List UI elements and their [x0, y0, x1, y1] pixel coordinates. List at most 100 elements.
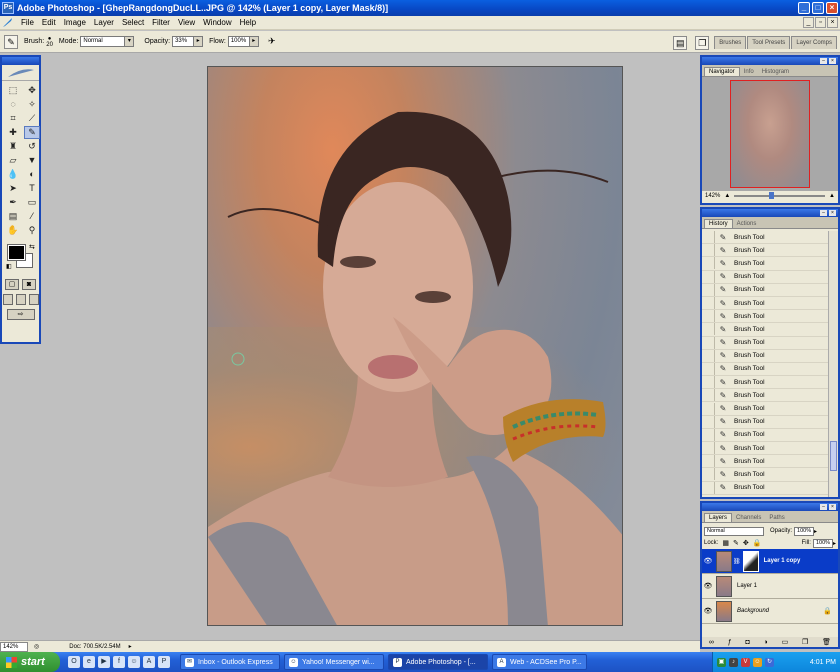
history-item[interactable]: ✎ Brush Tool: [702, 349, 828, 363]
update-tray-icon[interactable]: ↻: [765, 657, 774, 667]
history-source-toggle[interactable]: [702, 270, 715, 283]
mask-link-icon[interactable]: ⛓: [733, 558, 741, 565]
marquee-tool-icon[interactable]: ⬚: [5, 84, 21, 97]
history-item[interactable]: ✎ Brush Tool: [702, 481, 828, 495]
layers-panel-header[interactable]: – ×: [702, 503, 838, 511]
history-source-toggle[interactable]: [702, 244, 715, 257]
status-menu-arrow-icon[interactable]: ▸: [129, 643, 132, 650]
slice-tool-icon[interactable]: ⟋: [24, 112, 40, 125]
tab-histogram[interactable]: Histogram: [758, 68, 793, 76]
antivirus-tray-icon[interactable]: V: [741, 657, 750, 667]
layer-thumbnail[interactable]: [716, 575, 732, 597]
tab-layers[interactable]: Layers: [704, 513, 733, 522]
opacity-field[interactable]: 33%: [172, 36, 195, 47]
brush-size-picker[interactable]: ● 20: [46, 36, 53, 48]
history-item[interactable]: ✎ Brush Tool: [702, 244, 828, 258]
status-zoom-field[interactable]: 142%: [0, 641, 28, 652]
panel-minimize-icon[interactable]: –: [820, 504, 827, 510]
lock-position-icon[interactable]: ✥: [743, 539, 749, 547]
close-button[interactable]: ×: [826, 2, 838, 14]
zoom-out-icon[interactable]: ▲: [724, 193, 730, 199]
toolbox-header[interactable]: [2, 57, 39, 65]
toolbox-feather-icon[interactable]: [2, 65, 39, 81]
crop-tool-icon[interactable]: ⌗: [5, 112, 21, 125]
outlook-quicklaunch-icon[interactable]: O: [68, 656, 80, 668]
history-item[interactable]: ✎ Brush Tool: [702, 376, 828, 390]
lock-image-icon[interactable]: ✎: [733, 539, 739, 547]
history-source-toggle[interactable]: [702, 257, 715, 270]
layer-opacity-field[interactable]: 100%: [794, 526, 815, 536]
link-layers-icon[interactable]: ∞: [709, 639, 714, 646]
history-source-toggle[interactable]: [702, 481, 715, 494]
doc-close-button[interactable]: ×: [827, 17, 838, 28]
flow-field[interactable]: 100%: [227, 36, 250, 47]
history-source-toggle[interactable]: [702, 231, 715, 244]
layer-row-layer-1-copy[interactable]: 👁 ⛓ Layer 1 copy: [702, 549, 838, 574]
history-brush-tool-icon[interactable]: ↺: [24, 140, 40, 153]
tab-channels[interactable]: Channels: [732, 514, 765, 522]
history-source-toggle[interactable]: [702, 283, 715, 296]
well-tab-brushes[interactable]: Brushes: [714, 36, 747, 49]
history-source-toggle[interactable]: [702, 389, 715, 402]
lasso-tool-icon[interactable]: ◌: [5, 98, 21, 111]
history-source-toggle[interactable]: [702, 349, 715, 362]
menu-image[interactable]: Image: [60, 18, 90, 27]
navigator-thumbnail[interactable]: [730, 80, 810, 188]
ie-quicklaunch-icon[interactable]: e: [83, 656, 95, 668]
full-screen-menu-mode-icon[interactable]: [15, 294, 26, 305]
history-item[interactable]: ✎ Brush Tool: [702, 323, 828, 337]
lock-all-icon[interactable]: 🔒: [753, 539, 762, 547]
tab-paths[interactable]: Paths: [765, 514, 788, 522]
add-mask-icon[interactable]: ◘: [745, 639, 749, 646]
fill-field[interactable]: 100%: [812, 538, 833, 548]
layer-mask-thumbnail[interactable]: [742, 550, 759, 572]
menu-window[interactable]: Window: [199, 18, 235, 27]
flow-slider-arrow-icon[interactable]: ▸: [249, 36, 259, 47]
healing-brush-tool-icon[interactable]: ✚: [5, 126, 21, 139]
full-screen-mode-icon[interactable]: [28, 294, 39, 305]
document-canvas[interactable]: [207, 66, 623, 626]
path-selection-tool-icon[interactable]: ➤: [5, 182, 21, 195]
tab-navigator[interactable]: Navigator: [704, 67, 740, 76]
history-item[interactable]: ✎ Brush Tool: [702, 415, 828, 429]
tab-info[interactable]: Info: [740, 68, 758, 76]
history-item[interactable]: ✎ Brush Tool: [702, 231, 828, 245]
minimize-button[interactable]: _: [798, 2, 810, 14]
history-source-toggle[interactable]: [702, 323, 715, 336]
history-source-toggle[interactable]: [702, 428, 715, 441]
history-source-toggle[interactable]: [702, 468, 715, 481]
brush-tool-icon[interactable]: ✎: [24, 126, 40, 139]
acdsee-quicklaunch-icon[interactable]: A: [143, 656, 155, 668]
well-tab-layer-comps[interactable]: Layer Comps: [791, 36, 837, 49]
navigator-zoom-value[interactable]: 142%: [705, 193, 720, 199]
panel-close-icon[interactable]: ×: [829, 210, 836, 216]
layer-style-icon[interactable]: ƒ: [728, 639, 732, 646]
history-item[interactable]: ✎ Brush Tool: [702, 257, 828, 271]
status-options-icon[interactable]: ◎: [34, 643, 39, 650]
standard-mode-icon[interactable]: ▢: [5, 279, 19, 290]
magic-wand-tool-icon[interactable]: ✧: [24, 98, 40, 111]
layer-row-layer-1[interactable]: 👁 Layer 1: [702, 574, 838, 599]
history-panel-header[interactable]: – ×: [702, 209, 838, 217]
airbrush-icon[interactable]: ✈: [265, 35, 279, 49]
lock-transparency-icon[interactable]: ▦: [722, 539, 729, 547]
mode-dropdown-arrow-icon[interactable]: ▾: [125, 36, 135, 47]
eyedropper-tool-icon[interactable]: ⁄: [24, 210, 40, 223]
history-source-toggle[interactable]: [702, 442, 715, 455]
rectangle-tool-icon[interactable]: ▭: [24, 196, 40, 209]
task-adobe-photoshop[interactable]: P Adobe Photoshop - [...: [388, 654, 488, 670]
doc-minimize-button[interactable]: _: [803, 17, 814, 28]
tab-history[interactable]: History: [704, 219, 733, 228]
history-item[interactable]: ✎ Brush Tool: [702, 310, 828, 324]
history-item[interactable]: ✎ Brush Tool: [702, 428, 828, 442]
new-adjustment-layer-icon[interactable]: ◑: [764, 639, 768, 646]
history-source-toggle[interactable]: [702, 376, 715, 389]
zoom-tool-icon[interactable]: ⚲: [24, 224, 40, 237]
layer-row-background[interactable]: 👁 Background 🔒: [702, 599, 838, 624]
history-item[interactable]: ✎ Brush Tool: [702, 270, 828, 284]
new-layer-icon[interactable]: ❐: [802, 638, 808, 646]
menu-filter[interactable]: Filter: [148, 18, 174, 27]
opacity-slider-arrow-icon[interactable]: ▸: [194, 36, 204, 47]
history-source-toggle[interactable]: [702, 297, 715, 310]
well-tab-tool-presets[interactable]: Tool Presets: [747, 36, 791, 49]
